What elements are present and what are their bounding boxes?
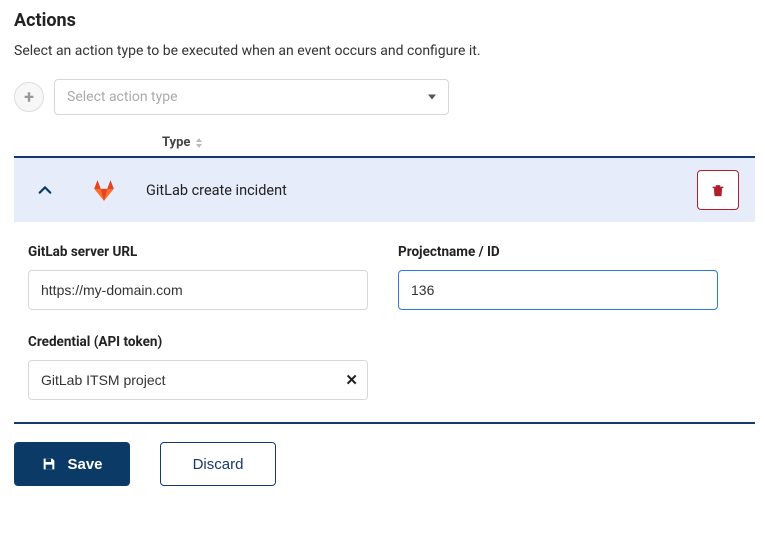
action-name: GitLab create incident [146, 182, 287, 199]
chevron-up-icon[interactable] [38, 183, 52, 197]
field-server-url: GitLab server URL [28, 244, 368, 310]
page-title: Actions [14, 10, 755, 31]
table-header: Type [14, 131, 755, 156]
label-credential: Credential (API token) [28, 334, 368, 350]
field-project: Projectname / ID [398, 244, 718, 310]
action-type-select[interactable]: Select action type [54, 79, 449, 115]
save-icon [41, 456, 57, 472]
chevron-down-icon [428, 95, 436, 100]
close-icon: ✕ [345, 371, 358, 389]
page-subtitle: Select an action type to be executed whe… [14, 43, 755, 59]
input-project[interactable] [398, 270, 718, 310]
gitlab-icon [90, 176, 118, 204]
action-row[interactable]: GitLab create incident [14, 158, 755, 222]
column-header-type[interactable]: Type [162, 135, 190, 150]
input-server-url[interactable] [28, 270, 368, 310]
sort-icon[interactable] [196, 138, 204, 148]
field-credential: Credential (API token) ✕ [28, 334, 368, 400]
add-action-button[interactable]: + [14, 82, 44, 112]
label-server-url: GitLab server URL [28, 244, 368, 260]
discard-button[interactable]: Discard [160, 442, 276, 486]
save-button-label: Save [67, 456, 102, 473]
plus-icon: + [24, 87, 34, 108]
discard-button-label: Discard [193, 456, 244, 473]
label-project: Projectname / ID [398, 244, 718, 260]
trash-icon [710, 182, 726, 198]
save-button[interactable]: Save [14, 442, 130, 486]
input-credential[interactable] [28, 360, 368, 400]
clear-credential-button[interactable]: ✕ [345, 371, 358, 389]
action-type-placeholder: Select action type [67, 89, 178, 105]
delete-action-button[interactable] [697, 170, 739, 210]
